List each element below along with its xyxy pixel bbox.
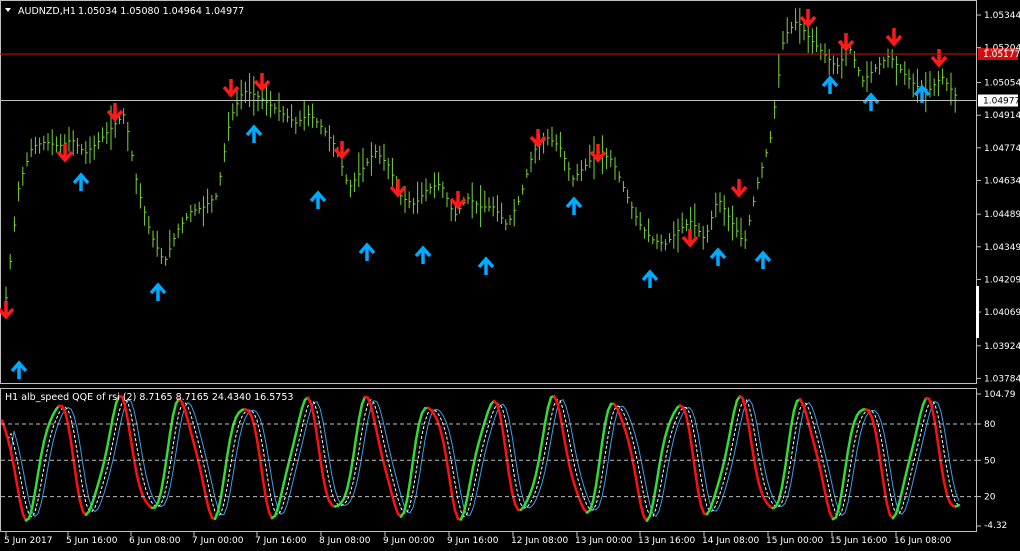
price-tick-label: 1.03924 bbox=[984, 342, 1020, 352]
price-tick-label: 1.04914 bbox=[984, 111, 1020, 121]
price-tick-label: 1.04209 bbox=[984, 275, 1020, 285]
chart-title: AUDNZD,H1 1.05034 1.05080 1.04964 1.0497… bbox=[5, 6, 244, 17]
level-label: 104.79 bbox=[984, 390, 1016, 400]
price-tick-label: 1.05054 bbox=[984, 79, 1020, 89]
time-label: 7 Jun 00:00 bbox=[192, 536, 244, 546]
time-label: 13 Jun 16:00 bbox=[638, 536, 695, 546]
time-label: 14 Jun 08:00 bbox=[702, 536, 759, 546]
symbol-title: AUDNZD,H1 bbox=[18, 6, 76, 17]
level-label: 50 bbox=[984, 456, 996, 466]
price-tick-label: 1.05204 bbox=[984, 44, 1020, 54]
scroll-marker[interactable] bbox=[976, 286, 979, 338]
indicator-title: H1 alb_speed QQE of rsi (2) 8.7165 8.716… bbox=[5, 392, 293, 403]
price-chart[interactable]: 1.051771.04977 1.053441.052041.050541.04… bbox=[0, 0, 1020, 551]
time-label: 13 Jun 00:00 bbox=[575, 536, 632, 546]
level-label: 80 bbox=[984, 420, 996, 430]
bid-label: 1.04977 bbox=[983, 97, 1020, 107]
price-tick-label: 1.03784 bbox=[984, 374, 1020, 384]
price-axis: 1.05344 1.05204 1.05054 1.04914 1.04774 1.046… bbox=[976, 11, 1020, 384]
price-tick-label: 1.04774 bbox=[984, 144, 1020, 154]
time-label: 16 Jun 08:00 bbox=[894, 536, 951, 546]
time-label: 8 Jun 08:00 bbox=[319, 536, 371, 546]
price-tick-label: 1.04489 bbox=[984, 210, 1020, 220]
main-panel[interactable] bbox=[0, 0, 977, 384]
time-label: 12 Jun 08:00 bbox=[511, 536, 568, 546]
time-label: 5 Jun 2017 bbox=[4, 536, 52, 546]
time-axis: 5 Jun 2017 5 Jun 16:00 6 Jun 08:00 7 Jun 00… bbox=[4, 532, 951, 546]
time-label: 9 Jun 00:00 bbox=[383, 536, 435, 546]
level-label: -4.32 bbox=[984, 521, 1007, 531]
qqe-fast-segment bbox=[954, 503, 961, 508]
price-tick-label: 1.04069 bbox=[984, 308, 1020, 318]
time-label: 6 Jun 08:00 bbox=[129, 536, 181, 546]
time-label: 5 Jun 16:00 bbox=[66, 536, 118, 546]
level-label: 20 bbox=[984, 493, 996, 503]
time-label: 9 Jun 16:00 bbox=[447, 536, 499, 546]
time-label: 7 Jun 16:00 bbox=[255, 536, 307, 546]
time-label: 15 Jun 16:00 bbox=[830, 536, 887, 546]
time-label: 15 Jun 00:00 bbox=[766, 536, 823, 546]
price-tick-label: 1.05344 bbox=[984, 11, 1020, 21]
ohlc-values: 1.05034 1.05080 1.04964 1.04977 bbox=[78, 6, 244, 17]
price-tick-label: 1.04634 bbox=[984, 176, 1020, 186]
price-tick-label: 1.04349 bbox=[984, 243, 1020, 253]
